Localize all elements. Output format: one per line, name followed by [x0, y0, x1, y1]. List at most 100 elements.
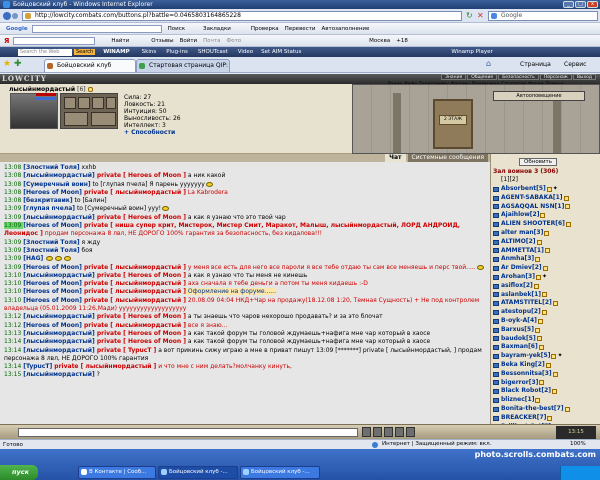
chat-sender[interactable]: [лысыйнмордастый] — [23, 371, 95, 378]
private-recipient[interactable]: private [ Heroes of Moon ] — [95, 338, 186, 345]
refresh-users-button[interactable]: Обновить — [519, 158, 557, 166]
chat-time[interactable]: 13:12 — [4, 313, 23, 320]
chat-time[interactable]: 13:08 — [4, 172, 23, 179]
online-user-name[interactable]: Bessonnitsa[3] — [501, 370, 552, 379]
google-autofill-button[interactable]: Автозаполнение — [322, 26, 370, 32]
private-recipient[interactable]: private [ лысыйнмордастый ] — [52, 363, 156, 370]
user-info-icon[interactable] — [544, 248, 550, 254]
chat-sender[interactable]: [Злостний Толя] — [23, 239, 79, 246]
online-user[interactable]: Baxman[6] — [493, 343, 599, 352]
zoom-level[interactable]: 100% — [570, 441, 586, 447]
winamp-player[interactable]: Winamp Player — [451, 49, 492, 55]
online-user-name[interactable]: baudok[5] — [501, 335, 536, 344]
private-recipient[interactable]: private [ лысыйнмордастый ] — [82, 288, 186, 295]
online-user-name[interactable]: Absorbent[5] — [501, 185, 546, 194]
online-user-name[interactable]: alter man[3] — [501, 229, 543, 238]
tab-combats[interactable]: Бойцовский клуб — [44, 59, 136, 72]
menu-exit[interactable]: Выход — [572, 74, 596, 80]
user-info-icon[interactable] — [538, 345, 544, 351]
favorites-star-icon[interactable]: ★ — [3, 60, 11, 69]
character-name[interactable]: лысыйнмордастый [6] — [9, 86, 93, 93]
chat-sender[interactable]: [Сумеречный воин] — [23, 181, 90, 188]
filter-button[interactable] — [395, 427, 404, 437]
online-user-name[interactable]: bliznec[1] — [501, 396, 534, 405]
online-user-name[interactable]: ALTIMO[2] — [501, 238, 536, 247]
online-user-name[interactable]: atestopu[2] — [501, 308, 541, 317]
online-user-name[interactable]: ALIEN SHOOTER[6] — [501, 220, 565, 229]
equip-slot[interactable] — [92, 97, 104, 109]
chat-sender[interactable]: [лысыйнмордастый] — [23, 172, 95, 179]
chat-time[interactable]: 13:09 — [4, 255, 23, 262]
chat-sender[interactable]: [лысыйнмордастый] — [23, 214, 95, 221]
online-user[interactable]: Bonita-the-best[7] — [493, 405, 599, 414]
online-user[interactable]: ATAMSTITEL[2] — [493, 299, 599, 308]
yandex-find-button[interactable]: Найти — [111, 38, 129, 44]
private-recipient[interactable]: private [ лысыйнмордастый ] — [82, 322, 186, 329]
online-user[interactable]: B-oyk-A[4] — [493, 317, 599, 326]
online-user-name[interactable]: Ar Dmiev[2] — [501, 264, 542, 273]
chat-sender[interactable]: [Злостний Толя] — [23, 164, 79, 171]
stop-icon[interactable]: ✕ — [477, 12, 484, 20]
user-info-icon[interactable] — [542, 266, 548, 272]
chat-sender[interactable]: [лысыйнмордастый] — [23, 338, 95, 345]
send-button[interactable] — [362, 427, 371, 437]
yandex-photo-button[interactable]: Фото — [226, 38, 241, 44]
user-info-icon[interactable] — [565, 204, 571, 210]
task-vkontakte[interactable]: В Контакте | Сооб... — [78, 466, 156, 479]
online-user[interactable]: baudok[5] — [493, 335, 599, 344]
user-info-icon[interactable] — [547, 415, 553, 421]
online-user[interactable]: Arohan[3] ✦ — [493, 273, 599, 282]
chat-time[interactable]: 13:08 — [4, 189, 23, 196]
online-user-name[interactable]: Baxman[6] — [501, 343, 538, 352]
back-icon[interactable] — [3, 12, 11, 20]
online-user-name[interactable]: AMMETTA[1] — [501, 247, 544, 256]
user-info-icon[interactable] — [536, 336, 542, 342]
abilities-link[interactable]: + Способности — [124, 129, 181, 136]
chat-sender[interactable]: [лысыйнмордастый] — [23, 272, 95, 279]
user-info-icon[interactable] — [537, 318, 543, 324]
chat-sender[interactable]: [безкритавик] — [23, 197, 72, 204]
menu-knowledge[interactable]: Знания — [441, 74, 467, 80]
chat-time[interactable]: 13:09 — [4, 247, 23, 254]
chat-time[interactable]: 13:10 — [4, 288, 23, 295]
chat-sender[interactable]: [лысыйнмордастый] — [23, 313, 95, 320]
private-recipient[interactable]: private [ TypucT ] — [95, 347, 156, 354]
online-user-name[interactable]: bayram-yek[5] — [501, 352, 550, 361]
tab-system-messages[interactable]: Системные сообщения — [407, 154, 488, 162]
user-info-icon[interactable] — [533, 283, 539, 289]
add-favorites-icon[interactable]: ✚ — [14, 60, 22, 69]
task-combats-1[interactable]: Бойцовский клуб -... — [158, 466, 238, 479]
equip-slot[interactable] — [78, 97, 90, 109]
menu-communication[interactable]: Общение — [467, 74, 498, 80]
chat-time[interactable]: 13:09 — [4, 222, 24, 230]
google-translate-button[interactable]: Перевести — [285, 26, 316, 32]
chat-time[interactable]: 13:12 — [4, 322, 23, 329]
chat-time[interactable]: 13:09 — [4, 239, 23, 246]
private-recipient[interactable]: private [ лысыйнмордастый ] — [82, 189, 186, 196]
online-user[interactable]: AMMETTA[1] — [493, 247, 599, 256]
user-info-icon[interactable] — [552, 301, 558, 307]
equip-slot[interactable] — [64, 97, 76, 109]
chat-time[interactable]: 13:13 — [4, 330, 23, 337]
user-info-icon[interactable] — [552, 389, 558, 395]
equip-slot[interactable] — [106, 97, 116, 109]
chat-time[interactable]: 13:09 — [4, 205, 23, 212]
user-info-icon[interactable] — [535, 398, 541, 404]
chat-time[interactable]: 13:10 — [4, 272, 23, 279]
online-user[interactable]: bliznec[1] — [493, 396, 599, 405]
private-recipient[interactable]: private [ Heroes of Moon ] — [95, 330, 186, 337]
smiles-button[interactable] — [384, 427, 393, 437]
chat-sender[interactable]: [Heroes of Moon] — [23, 297, 82, 304]
user-info-icon[interactable] — [564, 406, 570, 412]
chat-time[interactable]: 13:08 — [4, 164, 23, 171]
private-recipient[interactable]: private [ лысыйнмордастый ] — [82, 297, 186, 304]
online-user[interactable]: bayram-yek[5] ✦ — [493, 352, 599, 361]
maximize-button[interactable]: □ — [575, 1, 586, 8]
online-user-name[interactable]: Black Robot[2] — [501, 387, 551, 396]
user-info-icon[interactable] — [565, 222, 571, 228]
tab-chat[interactable]: Чат — [385, 154, 406, 162]
refresh-icon[interactable]: ↻ — [466, 12, 473, 20]
google-check-button[interactable]: Проверка — [251, 26, 279, 32]
chat-time[interactable]: 13:09 — [4, 264, 23, 271]
google-search-field[interactable] — [31, 24, 162, 33]
